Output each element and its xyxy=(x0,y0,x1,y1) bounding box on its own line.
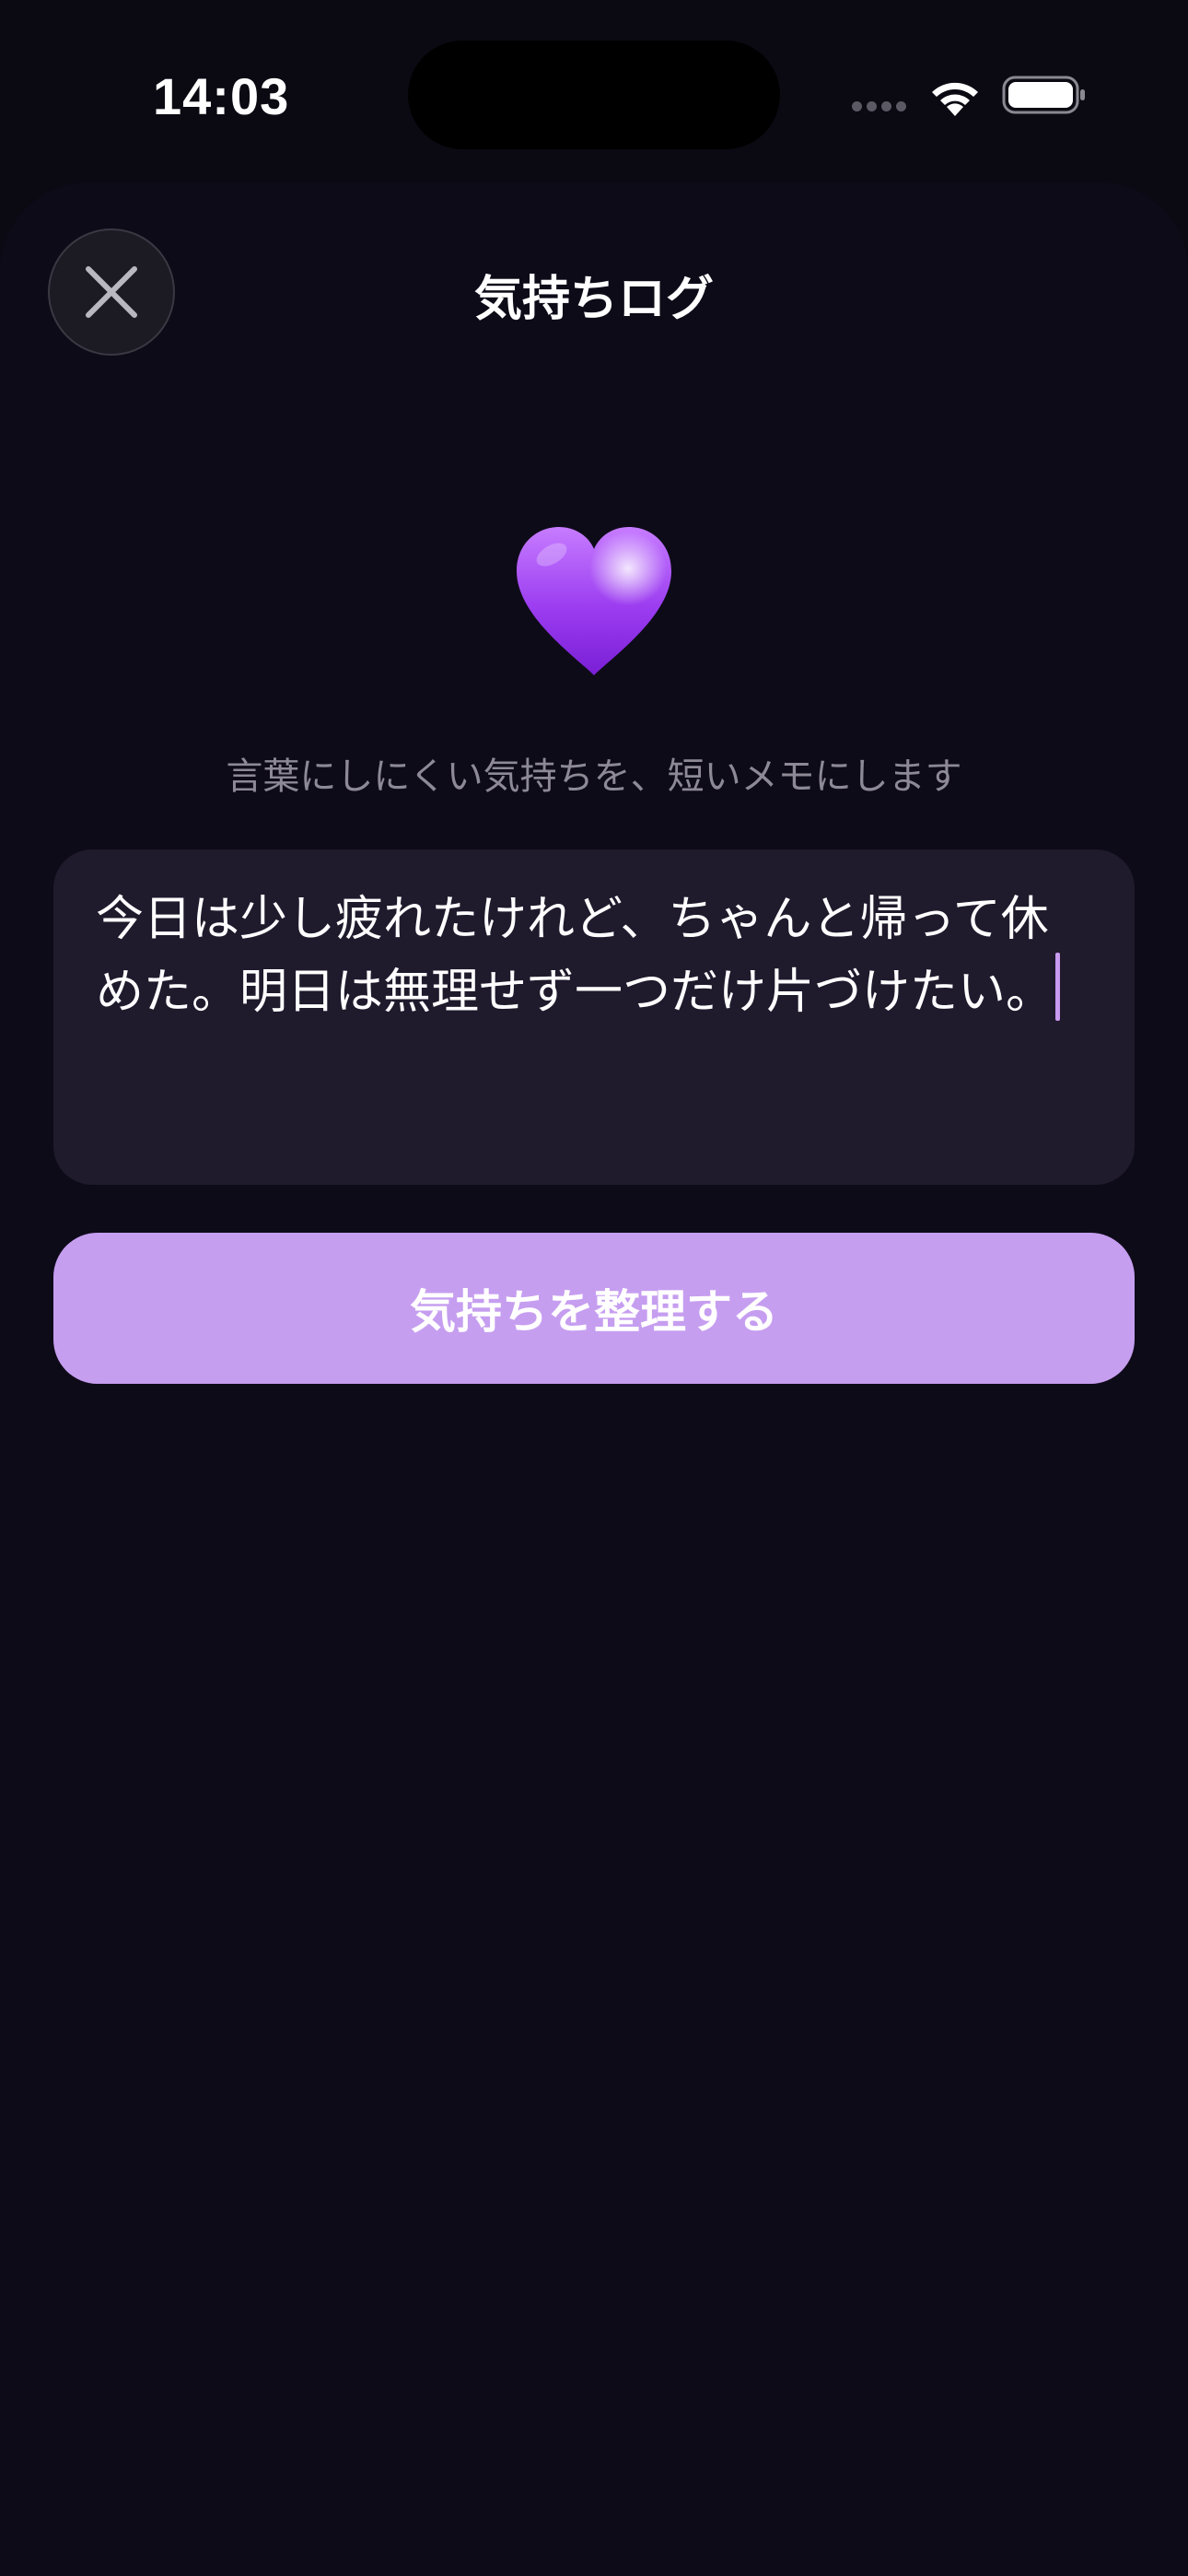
wifi-icon xyxy=(932,82,978,116)
purple-heart-icon xyxy=(517,527,671,675)
subtitle: 言葉にしにくい気持ちを、短いメモにします xyxy=(226,755,962,798)
screen: 14:03 気持ちログ 言葉にしにくい気持ちを、短いメモにします 今日は少し疲れ… xyxy=(0,0,1188,2576)
organize-feelings-button[interactable]: 気持ちを整理する xyxy=(53,1233,1135,1384)
dynamic-island xyxy=(408,41,780,149)
text-caret xyxy=(1055,953,1061,1021)
memo-text-field[interactable]: 今日は少し疲れたけれど、ちゃんと帰って休めた。明日は無理せず一つだけ片づけたい。 xyxy=(53,849,1135,1185)
status-bar: 14:03 xyxy=(0,0,1188,184)
organize-feelings-button-label: 気持ちを整理する xyxy=(410,1285,778,1339)
memo-text: 今日は少し疲れたけれど、ちゃんと帰って休めた。明日は無理せず一つだけ片づけたい。 xyxy=(96,892,1054,1020)
battery-icon xyxy=(1002,76,1085,114)
status-time: 14:03 xyxy=(153,67,290,125)
bottom-sheet: 気持ちログ 言葉にしにくい気持ちを、短いメモにします 今日は少し疲れたけれど、ち… xyxy=(0,182,1188,2576)
signal-icon xyxy=(852,101,911,114)
sheet-title: 気持ちログ xyxy=(473,272,714,327)
